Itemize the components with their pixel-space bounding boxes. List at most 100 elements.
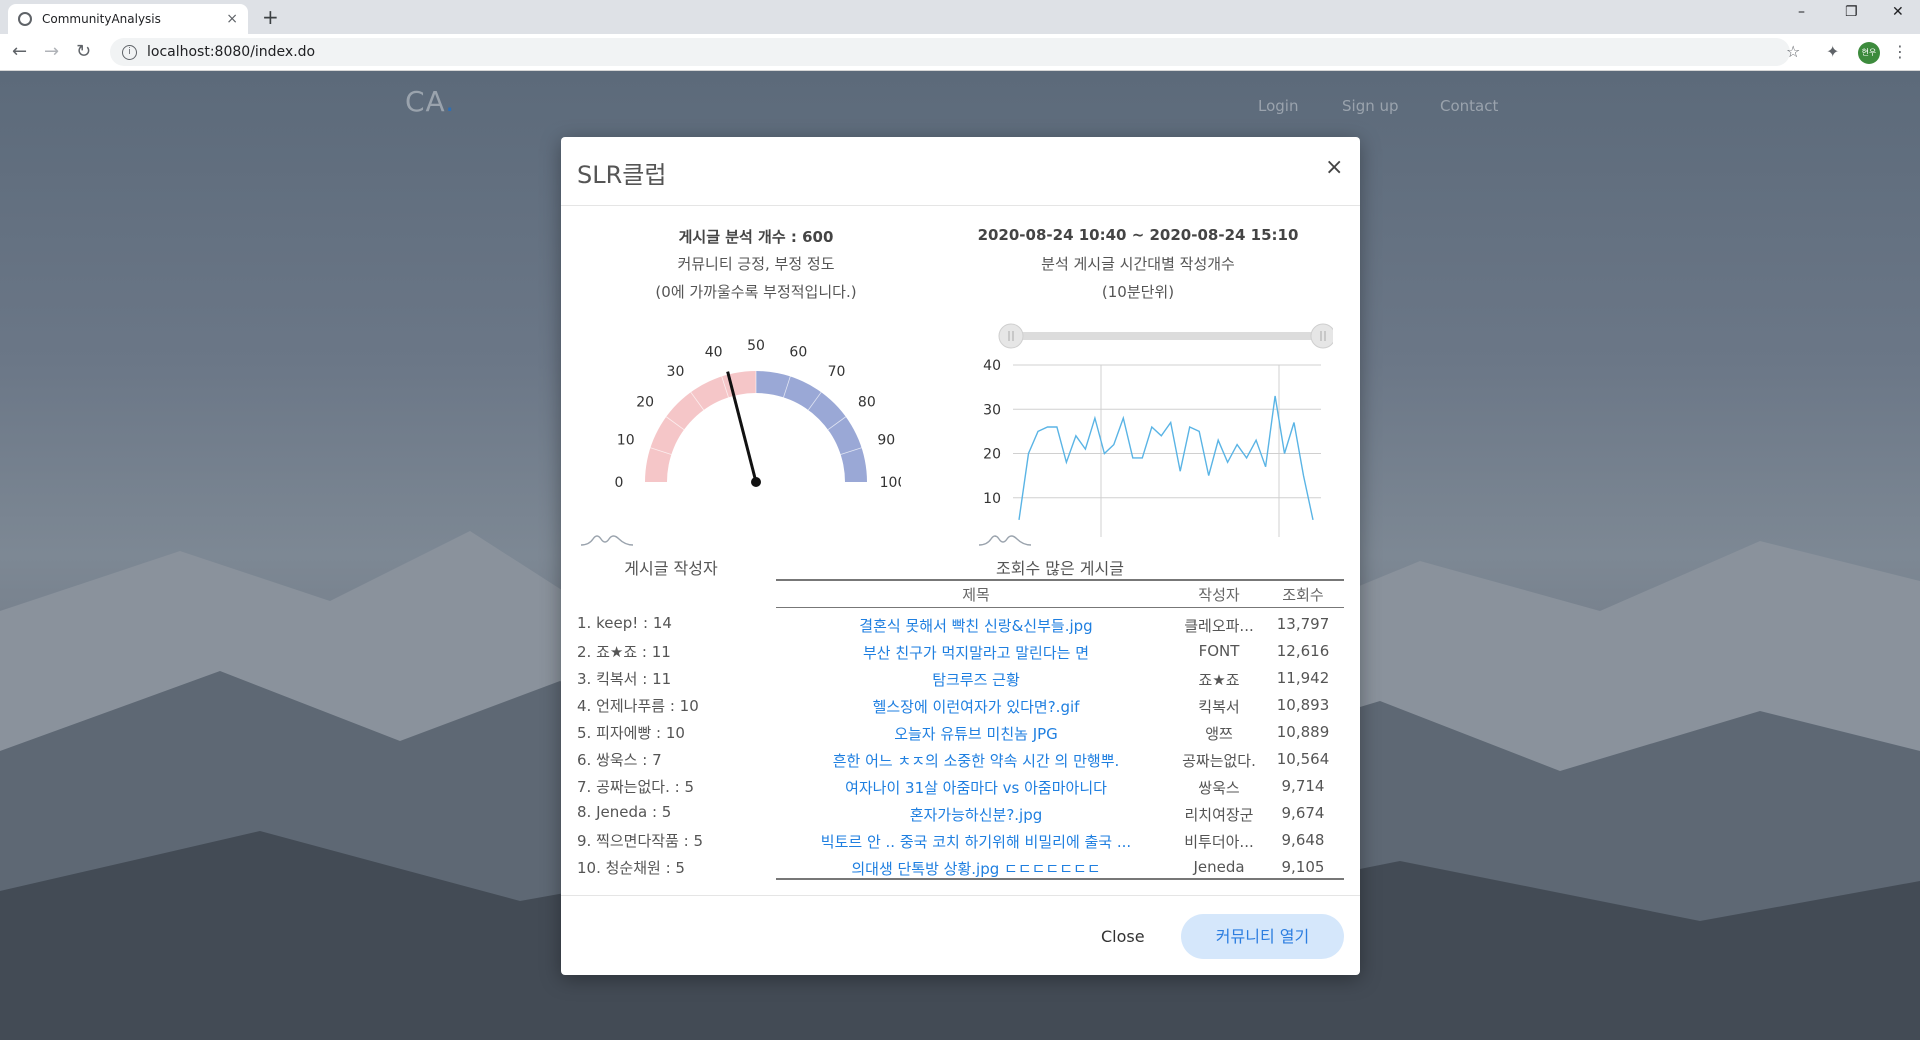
browser-tab[interactable]: CommunityAnalysis × [8, 4, 248, 34]
gauge-tick-label: 30 [667, 364, 685, 380]
post-views: 13,797 [1276, 615, 1330, 633]
gauge-tick-label: 90 [877, 433, 895, 449]
post-title-link[interactable]: 오늘자 유튜브 미친놈 JPG [776, 723, 1176, 744]
table-top-border [776, 579, 1344, 581]
author-item: 9. 찍으면다작품 : 5 [577, 832, 704, 850]
close-button[interactable]: Close [1101, 927, 1145, 946]
author-item: 3. 킥복서 : 11 [577, 670, 672, 688]
author-item: 7. 공짜는없다. : 5 [577, 778, 694, 796]
extensions-icon[interactable]: ✦ [1826, 42, 1839, 61]
table-row: 부산 친구가 먹지말라고 말린다는 면 FONT 12,616 [776, 642, 1344, 669]
nav-signup[interactable]: Sign up [1342, 97, 1399, 115]
author-item: 10. 청순채원 : 5 [577, 859, 685, 877]
range-slider-handle[interactable] [998, 323, 1024, 349]
post-views: 12,616 [1276, 642, 1330, 660]
series-line [1018, 395, 1314, 521]
popular-title: 조회수 많은 게시글 [996, 559, 1124, 578]
window-close-button[interactable]: ✕ [1892, 4, 1904, 20]
gauge-tick-label: 70 [828, 364, 846, 380]
gauge-tick-label: 20 [636, 394, 654, 410]
new-tab-button[interactable]: + [262, 5, 279, 29]
reload-icon[interactable]: ↻ [76, 41, 91, 62]
post-writer: 공짜는없다. [1182, 752, 1256, 770]
post-title-link[interactable]: 빅토르 안 .. 중국 코치 하기위해 비밀리에 출국 ... [776, 831, 1176, 852]
authors-title: 게시글 작성자 [624, 559, 718, 578]
timeline-subtitle: 분석 게시글 시간대별 작성개수 [1041, 255, 1235, 273]
info-icon[interactable]: i [122, 44, 137, 60]
gauge-tick-label: 100 [880, 475, 901, 491]
author-item: 4. 언제나푸름 : 10 [577, 697, 699, 715]
gauge-tick-label: 10 [617, 433, 635, 449]
post-views: 10,889 [1276, 723, 1330, 741]
range-slider-track[interactable] [1011, 332, 1323, 340]
community-modal: SLR클럽 × 게시글 분석 개수 : 600 커뮤니티 긍정, 부정 정도 (… [561, 137, 1360, 975]
header-views: 조회수 [1282, 586, 1324, 604]
gauge-tick-label: 50 [747, 338, 765, 354]
post-title-link[interactable]: 여자나이 31살 아줌마다 vs 아줌마아니다 [776, 777, 1176, 798]
restore-button[interactable]: ❐ [1845, 4, 1858, 20]
profile-avatar[interactable]: 현우 [1858, 42, 1880, 64]
nav-login[interactable]: Login [1258, 97, 1298, 115]
back-icon[interactable]: ← [12, 41, 27, 62]
post-views: 9,105 [1281, 858, 1325, 876]
gauge-tick-label: 80 [858, 394, 876, 410]
sentiment-gauge: 0 10 20 30 40 50 60 70 80 90 100 [615, 338, 901, 491]
modal-title: SLR클럽 [577, 161, 667, 189]
table-row: 헬스장에 이런여자가 있다면?.gif 킥복서 10,893 [776, 696, 1344, 723]
post-writer: 비투더아... [1184, 833, 1254, 851]
time-range: 2020-08-24 10:40 ~ 2020-08-24 15:10 [977, 226, 1299, 244]
sentiment-subtitle: 커뮤니티 긍정, 부정 정도 [677, 255, 835, 273]
bookmark-star-icon[interactable]: ☆ [1786, 42, 1800, 61]
url-text: localhost:8080/index.do [147, 44, 316, 60]
post-views: 10,893 [1276, 696, 1330, 714]
post-title-link[interactable]: 흔한 어느 ㅊㅈ의 소중한 약속 시간 의 만행뿌. [776, 750, 1176, 771]
time-line-chart: 01020304012:0015:00 [983, 323, 1333, 537]
logo-dot: . [445, 85, 456, 118]
post-views: 9,714 [1281, 777, 1325, 795]
analysis-count: 게시글 분석 개수 : 600 [678, 228, 834, 246]
address-bar[interactable]: i localhost:8080/index.do [110, 38, 1790, 66]
post-title-link[interactable]: 헬스장에 이런여자가 있다면?.gif [776, 696, 1176, 717]
wave-icon [581, 535, 633, 546]
site-logo[interactable]: CA. [405, 85, 455, 118]
post-writer: 킥복서 [1198, 698, 1240, 716]
tab-close-icon[interactable]: × [226, 11, 238, 27]
header-divider [561, 205, 1360, 206]
modal-close-icon[interactable]: × [1325, 155, 1343, 180]
tab-title: CommunityAnalysis [42, 12, 161, 26]
header-writer: 작성자 [1198, 586, 1240, 604]
table-row: 빅토르 안 .. 중국 코치 하기위해 비밀리에 출국 ... 비투더아... 9,… [776, 831, 1344, 858]
nav-contact[interactable]: Contact [1440, 97, 1498, 115]
post-views: 9,648 [1281, 831, 1325, 849]
header-title: 제목 [962, 586, 990, 604]
author-item: 8. Jeneda : 5 [577, 803, 672, 821]
post-views: 9,674 [1281, 804, 1325, 822]
forward-icon[interactable]: → [44, 41, 59, 62]
post-title-link[interactable]: 혼자가능하신분?.jpg [776, 804, 1176, 825]
footer-divider [561, 895, 1360, 896]
post-title-link[interactable]: 탐크루즈 근황 [776, 669, 1176, 690]
y-tick-label: 40 [983, 358, 1001, 374]
author-item: 5. 피자에빵 : 10 [577, 724, 685, 742]
post-writer: 쌍욱스 [1198, 779, 1240, 797]
post-title-link[interactable]: 부산 친구가 먹지말라고 말린다는 면 [776, 642, 1176, 663]
range-slider-handle[interactable] [1310, 323, 1333, 349]
open-community-button[interactable]: 커뮤니티 열기 [1181, 914, 1344, 959]
table-bottom-border [776, 878, 1344, 880]
y-tick-label: 10 [983, 491, 1001, 507]
gauge-needle-hub [751, 477, 761, 487]
minimize-button[interactable]: – [1798, 4, 1805, 20]
post-writer: 죠★죠 [1198, 671, 1240, 689]
post-title-link[interactable]: 의대생 단톡방 상황.jpg ㄷㄷㄷㄷㄷㄷㄷ [776, 858, 1176, 879]
post-writer: 앵쯔 [1205, 725, 1233, 743]
y-tick-label: 20 [983, 447, 1001, 463]
globe-icon [18, 12, 32, 26]
gauge-tick-label: 60 [789, 345, 807, 361]
post-views: 11,942 [1276, 669, 1330, 687]
gauge-tick-label: 40 [705, 345, 723, 361]
author-item: 6. 쌍욱스 : 7 [577, 751, 662, 769]
table-row: 혼자가능하신분?.jpg 리치여장군 9,674 [776, 804, 1344, 831]
menu-icon[interactable]: ⋮ [1892, 42, 1908, 61]
post-title-link[interactable]: 결혼식 못해서 빡친 신랑&신부들.jpg [776, 615, 1176, 636]
post-writer: 클레오파... [1184, 617, 1254, 635]
